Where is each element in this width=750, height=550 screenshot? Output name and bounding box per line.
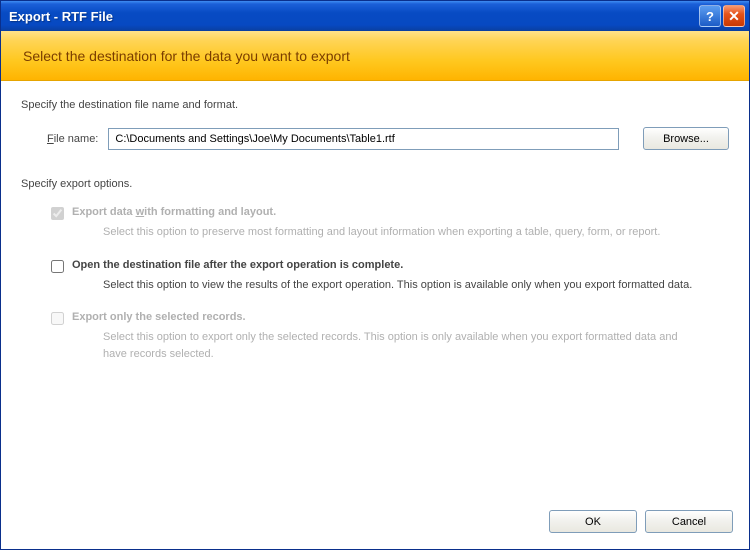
checkbox-open-after[interactable]: [51, 260, 64, 273]
cancel-button[interactable]: Cancel: [645, 510, 733, 533]
options-block: Export data with formatting and layout. …: [21, 206, 729, 362]
option-open-after-desc: Select this option to view the results o…: [51, 277, 701, 294]
destination-section-label: Specify the destination file name and fo…: [21, 99, 729, 111]
close-icon: ✕: [728, 9, 740, 23]
titlebar-buttons: ? ✕: [699, 5, 745, 27]
footer: OK Cancel: [1, 498, 749, 549]
option-export-formatting-title: Export data with formatting and layout.: [72, 206, 276, 218]
header-text: Select the destination for the data you …: [23, 48, 350, 64]
option-open-after: Open the destination file after the expo…: [51, 259, 729, 273]
option-open-after-title: Open the destination file after the expo…: [72, 259, 403, 271]
option-selected-records-desc: Select this option to export only the se…: [51, 329, 701, 362]
titlebar: Export - RTF File ? ✕: [1, 1, 749, 31]
browse-button[interactable]: Browse...: [643, 127, 729, 150]
file-row: File name: Browse...: [21, 127, 729, 150]
option-selected-records-title: Export only the selected records.: [72, 311, 246, 323]
file-name-input[interactable]: [108, 128, 619, 150]
checkbox-selected-records: [51, 312, 64, 325]
file-name-label: File name:: [47, 133, 98, 145]
header-band: Select the destination for the data you …: [1, 31, 749, 81]
window-title: Export - RTF File: [9, 9, 699, 24]
close-button[interactable]: ✕: [723, 5, 745, 27]
option-export-formatting: Export data with formatting and layout.: [51, 206, 729, 220]
export-dialog: Export - RTF File ? ✕ Select the destina…: [0, 0, 750, 550]
options-section-label: Specify export options.: [21, 178, 729, 190]
ok-button[interactable]: OK: [549, 510, 637, 533]
checkbox-export-formatting: [51, 207, 64, 220]
content: Specify the destination file name and fo…: [1, 81, 749, 498]
help-icon: ?: [706, 9, 714, 24]
help-button[interactable]: ?: [699, 5, 721, 27]
option-export-formatting-desc: Select this option to preserve most form…: [51, 224, 701, 241]
option-selected-records: Export only the selected records.: [51, 311, 729, 325]
